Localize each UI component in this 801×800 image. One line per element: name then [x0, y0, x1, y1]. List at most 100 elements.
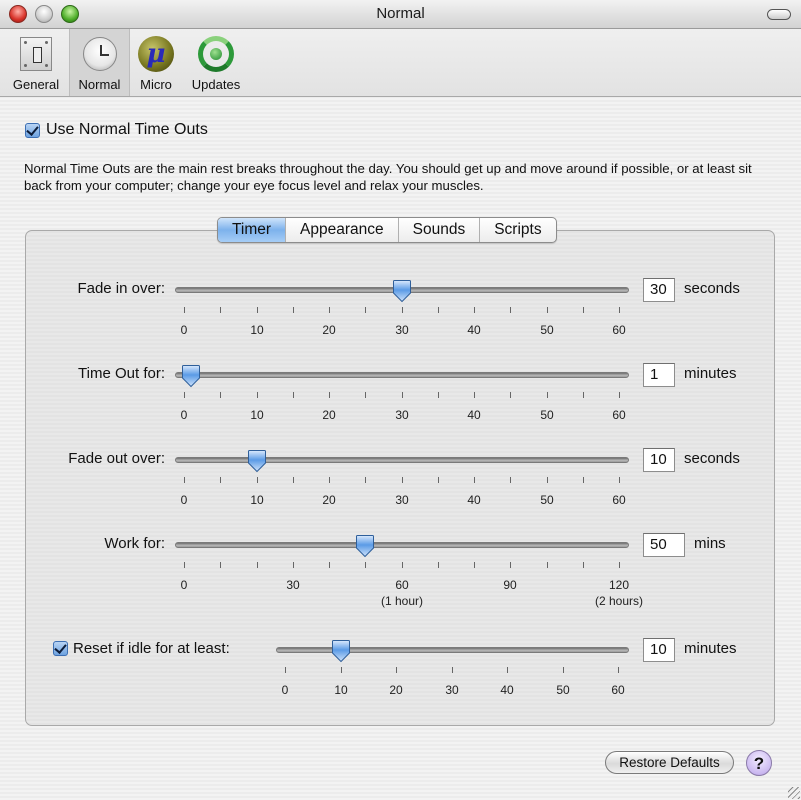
slider-tick — [583, 392, 584, 398]
tick-label-value: 60 — [612, 408, 626, 422]
slider-track[interactable] — [175, 542, 629, 548]
slider-tick — [220, 307, 221, 313]
tick-label-value: 50 — [556, 683, 570, 697]
slider-tick-label: 0 — [154, 323, 214, 337]
tab-appearance[interactable]: Appearance — [286, 218, 399, 242]
toolbar-item-label: General — [12, 77, 60, 92]
tab-sounds[interactable]: Sounds — [399, 218, 481, 242]
slider-thumb[interactable] — [331, 639, 351, 663]
reset-idle-checkbox[interactable] — [53, 641, 68, 656]
tick-label-value: 0 — [180, 578, 188, 592]
slider-tick — [438, 562, 439, 568]
tick-label-value: 120 — [608, 578, 630, 592]
slider-tick — [438, 392, 439, 398]
tick-label-value: 40 — [467, 408, 481, 422]
slider-thumb[interactable] — [181, 364, 201, 388]
slider-track[interactable] — [175, 372, 629, 378]
slider-tick-label: 50 — [533, 683, 593, 697]
help-button[interactable]: ? — [746, 750, 772, 776]
slider-tick — [341, 667, 342, 673]
slider-label: Work for: — [104, 535, 165, 552]
tick-label-value: 0 — [180, 408, 188, 422]
tick-label-value: 10 — [250, 408, 264, 422]
slider-value-field[interactable]: 30 — [643, 278, 675, 302]
slider-label: Fade out over: — [68, 450, 165, 467]
slider-tick — [474, 477, 475, 483]
slider-tick — [452, 667, 453, 673]
slider-value-field[interactable]: 1 — [643, 363, 675, 387]
use-normal-time-outs-checkbox[interactable] — [25, 122, 40, 138]
tick-label-value: 40 — [467, 323, 481, 337]
tick-label-value: 40 — [500, 683, 514, 697]
tick-label-value: 30 — [395, 408, 409, 422]
window-title: Normal — [376, 5, 425, 22]
toolbar-item-updates[interactable]: Updates — [184, 29, 248, 96]
slider-tick — [438, 477, 439, 483]
slider-tick-label: 20 — [366, 683, 426, 697]
slider-tick — [293, 392, 294, 398]
tick-label-value: 30 — [286, 578, 300, 592]
slider-tick-label: 20 — [299, 408, 359, 422]
slider-tick-label: 40 — [444, 493, 504, 507]
refresh-arrows-icon — [197, 35, 235, 73]
slider-thumb[interactable] — [392, 279, 412, 303]
slider-tick — [474, 562, 475, 568]
slider-tick — [619, 477, 620, 483]
slider-tick-label: 10 — [227, 323, 287, 337]
slider-unit-label: seconds — [684, 450, 740, 467]
toolbar-item-label: Micro — [140, 77, 172, 92]
slider-tick — [402, 307, 403, 313]
tick-label-value: 20 — [322, 323, 336, 337]
tick-label-value: 50 — [540, 408, 554, 422]
slider-unit-label: mins — [694, 535, 726, 552]
slider-thumb[interactable] — [247, 449, 267, 473]
tab-scripts[interactable]: Scripts — [480, 218, 555, 242]
slider-thumb[interactable] — [355, 534, 375, 558]
slider-tick-label: 90 — [480, 578, 540, 592]
slider-tick — [583, 307, 584, 313]
slider-value-field[interactable]: 10 — [643, 638, 675, 662]
tick-label-value: 0 — [180, 493, 188, 507]
slider-tick-label: 40 — [444, 323, 504, 337]
slider-tick-label: 20 — [299, 493, 359, 507]
slider-tick — [619, 562, 620, 568]
tick-label-value: 30 — [395, 323, 409, 337]
restore-defaults-button[interactable]: Restore Defaults — [605, 751, 734, 774]
slider-tick-label: 50 — [517, 493, 577, 507]
slider-track[interactable] — [276, 647, 629, 653]
slider-tick — [474, 307, 475, 313]
slider-tick-label: 0 — [154, 493, 214, 507]
slider-label[interactable]: Reset if idle for at least: — [73, 640, 230, 657]
slider-track[interactable] — [175, 457, 629, 463]
tick-label-value: 60 — [395, 578, 409, 592]
slider-tick-label: 20 — [299, 323, 359, 337]
slider-tick — [220, 392, 221, 398]
slider-value-field[interactable]: 50 — [643, 533, 685, 557]
tick-label-value: 60 — [611, 683, 625, 697]
slider-tick — [510, 392, 511, 398]
use-normal-time-outs-label[interactable]: Use Normal Time Outs — [46, 121, 208, 139]
toolbar-item-general[interactable]: General — [5, 29, 67, 96]
clock-icon — [81, 35, 119, 73]
slider-tick — [563, 667, 564, 673]
toolbar-item-micro[interactable]: μ Micro — [131, 29, 181, 96]
toolbar-item-normal[interactable]: Normal — [69, 29, 130, 96]
micro-mu-icon: μ — [137, 35, 175, 73]
slider-tick-label: 10 — [227, 408, 287, 422]
tick-label-value: 60 — [612, 493, 626, 507]
toolbar-toggle-button[interactable] — [767, 9, 791, 20]
resize-grip[interactable] — [788, 787, 800, 799]
tab-timer[interactable]: Timer — [218, 218, 287, 242]
tick-label-value: 0 — [281, 683, 289, 697]
slider-tick-label: 10 — [227, 493, 287, 507]
slider-tick — [257, 392, 258, 398]
slider-tick-label: 50 — [517, 408, 577, 422]
light-switch-icon — [17, 35, 55, 73]
slider-tick-label: 60 — [589, 493, 649, 507]
slider-label: Time Out for: — [78, 365, 165, 382]
slider-value-field[interactable]: 10 — [643, 448, 675, 472]
slider-tick — [220, 477, 221, 483]
slider-tick — [402, 392, 403, 398]
toolbar-item-label: Updates — [191, 77, 241, 92]
slider-tick-label: 120 (2 hours) — [589, 578, 649, 608]
